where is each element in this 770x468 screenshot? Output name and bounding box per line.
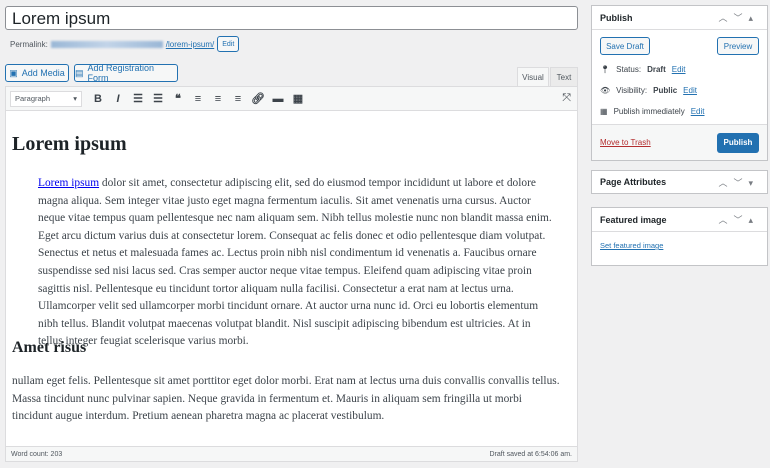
- editor-status-bar: Word count: 203 Draft saved at 6:54:06 a…: [6, 446, 577, 461]
- content-paragraph: Lorem ipsum dolor sit amet, consectetur …: [38, 175, 553, 351]
- status-value: Draft: [647, 65, 666, 74]
- align-left-icon[interactable]: ≡: [188, 93, 208, 105]
- content-paragraph-2: nullam eget felis. Pellentesque sit amet…: [12, 375, 560, 423]
- box-controls-icon[interactable]: ︿﹀▴: [718, 11, 759, 24]
- preview-button[interactable]: Preview: [717, 37, 759, 55]
- align-center-icon[interactable]: ≡: [208, 93, 228, 105]
- draft-saved: Draft saved at 6:54:06 am.: [489, 450, 573, 458]
- publish-box: Publish ︿﹀▴ Save Draft Preview 📍︎ Status: D…: [591, 5, 768, 161]
- add-media-label: Add Media: [21, 68, 65, 78]
- permalink-link[interactable]: /lorem-ipsum/: [166, 40, 214, 49]
- paragraph-text: dolor sit amet, consectetur adipiscing e…: [38, 177, 552, 348]
- content-heading: Lorem ipsum: [12, 133, 127, 155]
- page-attributes-box: Page Attributes ︿﹀▾: [591, 170, 768, 194]
- permalink: Permalink: /lorem-ipsum/ Edit: [10, 36, 240, 52]
- publish-title: Publish: [600, 12, 633, 23]
- read-more-icon[interactable]: ▬: [268, 93, 288, 105]
- permalink-label: Permalink:: [10, 39, 48, 49]
- set-featured-image-link[interactable]: Set featured image: [592, 232, 767, 259]
- box-controls-icon[interactable]: ︿﹀▾: [718, 176, 759, 189]
- media-icon: ▣: [9, 67, 18, 78]
- add-form-label: Add Registration Form: [87, 63, 155, 83]
- tab-text[interactable]: Text: [550, 67, 578, 87]
- save-draft-button[interactable]: Save Draft: [600, 37, 650, 55]
- add-media-button[interactable]: ▣ Add Media: [5, 64, 69, 82]
- form-icon: ▤: [75, 67, 84, 78]
- word-count: Word count: 203: [11, 450, 63, 458]
- visibility-label: Visibility:: [616, 86, 648, 95]
- featured-image-title: Featured image: [600, 214, 667, 225]
- bold-icon[interactable]: B: [88, 93, 108, 105]
- align-right-icon[interactable]: ≡: [228, 93, 248, 105]
- italic-icon[interactable]: I: [108, 93, 128, 105]
- add-registration-form-button[interactable]: ▤ Add Registration Form: [74, 63, 178, 83]
- edit-status-link[interactable]: Edit: [672, 65, 686, 74]
- blockquote-icon[interactable]: ❝: [168, 92, 188, 105]
- dropdown-arrow-icon: ▾: [73, 94, 77, 103]
- eye-icon: 👁︎: [600, 86, 611, 95]
- publish-button[interactable]: Publish: [717, 132, 759, 153]
- move-to-trash-link[interactable]: Move to Trash: [600, 138, 651, 147]
- toolbar-toggle-icon[interactable]: ▦: [288, 92, 308, 105]
- permalink-domain-blurred: [50, 40, 163, 48]
- edit-schedule-link[interactable]: Edit: [691, 107, 705, 116]
- featured-image-box: Featured image ︿﹀▴ Set featured image: [591, 207, 768, 266]
- editor-toolbar: Paragraph ▾ B I ☰ ☰ ❝ ≡ ≡ ≡ 🔗︎ ▬ ▦ ⤧: [6, 87, 577, 111]
- fullscreen-icon[interactable]: ⤧: [562, 92, 571, 105]
- status-label: Status:: [616, 65, 642, 74]
- page-attributes-title[interactable]: Page Attributes: [600, 177, 666, 187]
- permalink-edit-button[interactable]: Edit: [217, 36, 240, 52]
- format-select[interactable]: Paragraph ▾: [10, 90, 82, 107]
- link-icon[interactable]: 🔗︎: [248, 92, 268, 105]
- edit-visibility-link[interactable]: Edit: [683, 86, 697, 95]
- title-input[interactable]: Lorem ipsum: [5, 6, 578, 30]
- content-link[interactable]: Lorem ipsum: [38, 177, 99, 189]
- format-value: Paragraph: [15, 94, 51, 103]
- numbered-list-icon[interactable]: ☰: [148, 92, 168, 105]
- visibility-value: Public: [653, 86, 678, 95]
- calendar-icon: ▦: [600, 107, 608, 116]
- box-controls-icon[interactable]: ︿﹀▴: [718, 213, 759, 226]
- schedule-label: Publish immediately: [613, 107, 685, 116]
- pin-icon: 📍︎: [600, 65, 611, 74]
- bullet-list-icon[interactable]: ☰: [128, 92, 148, 105]
- content-subheading: Amet risus: [12, 339, 87, 356]
- editor[interactable]: Paragraph ▾ B I ☰ ☰ ❝ ≡ ≡ ≡ 🔗︎ ▬ ▦ ⤧ Lore…: [5, 86, 578, 462]
- tab-visual[interactable]: Visual: [517, 67, 549, 87]
